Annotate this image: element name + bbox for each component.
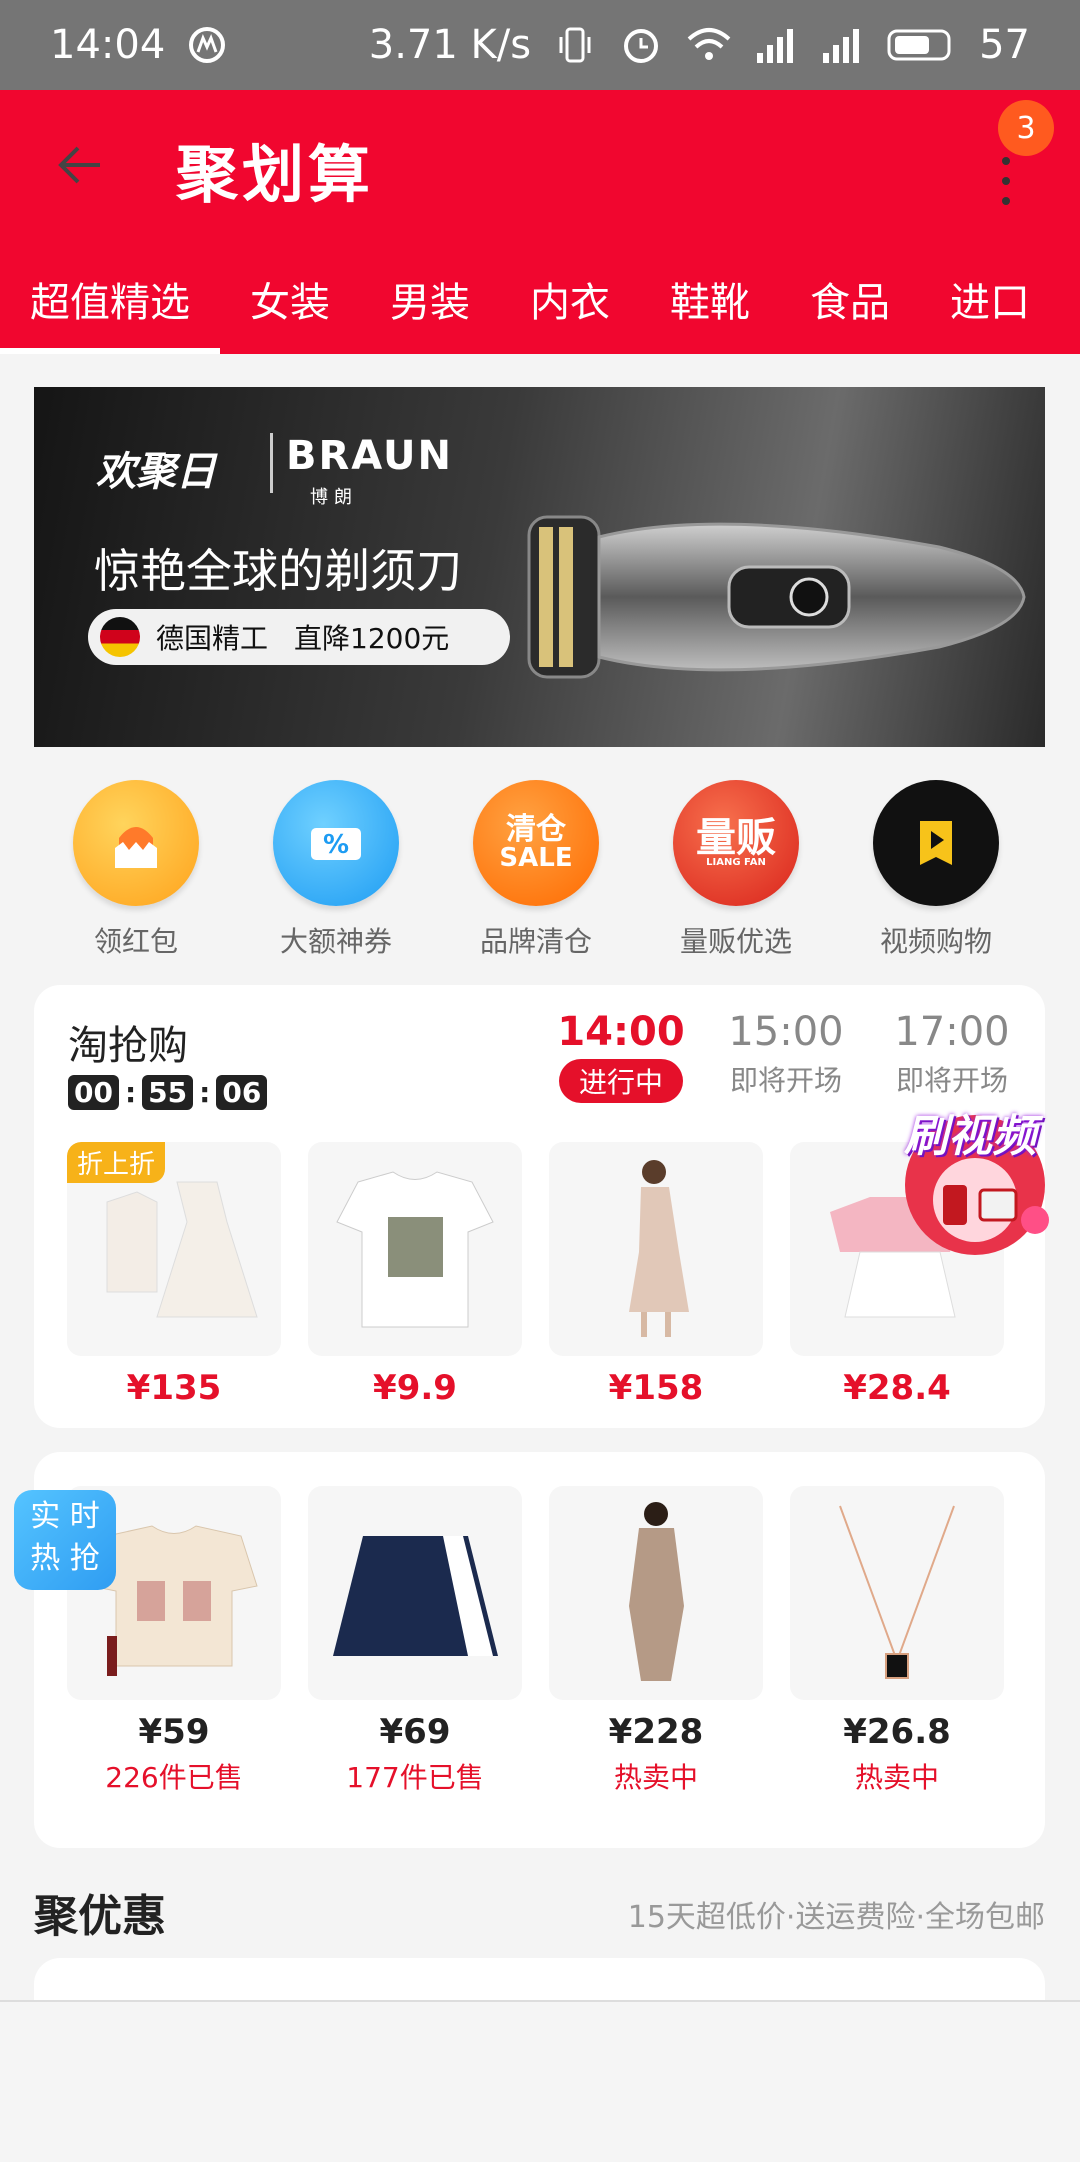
clearance-sale-icon: 清仓 SALE	[473, 780, 599, 906]
tab-jinkou[interactable]: 进口	[920, 260, 1060, 354]
tab-shipin[interactable]: 食品	[780, 260, 920, 354]
category-red-packet[interactable]: 领红包	[36, 780, 236, 960]
video-promo-label: 刷视频	[904, 1111, 1036, 1162]
time-slot-1500[interactable]: 15:00 即将开场	[701, 1009, 871, 1099]
time-slot-1700[interactable]: 17:00 即将开场	[867, 1009, 1037, 1099]
shaver-product-image	[527, 515, 1026, 679]
category-clearance[interactable]: 清仓 SALE 品牌清仓	[436, 780, 636, 960]
tab-nvzhuang[interactable]: 女装	[220, 260, 360, 354]
pleated-skirt-icon	[308, 1486, 522, 1700]
realtime-hot-tag[interactable]: 实 时 热 抢	[14, 1490, 116, 1590]
status-time: 14:04	[50, 22, 166, 68]
battery-icon	[887, 29, 951, 61]
wifi-icon	[687, 28, 731, 60]
hot-product-2[interactable]: ¥69 177件已售	[308, 1486, 522, 1796]
german-flag-icon	[100, 617, 140, 657]
flash-product-2[interactable]: ¥9.9	[308, 1142, 522, 1408]
more-menu-button[interactable]	[990, 145, 1020, 235]
necklace-icon	[790, 1486, 1004, 1700]
quick-categories: 领红包 % 大额神券 清仓 SALE 品牌清仓 量贩 LIANG FAN 量贩优…	[0, 780, 1080, 960]
signal-icon-2	[823, 29, 860, 63]
hot-sale-card: ¥59 226件已售 ¥69 177件已售 ¥228 热卖中 ¥26.8 热卖中	[34, 1452, 1045, 1848]
section-subtitle-ju-youhui: 15天超低价·送运费险·全场包邮	[627, 1900, 1045, 1935]
battery-level: 57	[979, 22, 1030, 68]
tab-neiyi[interactable]: 内衣	[500, 260, 640, 354]
flash-product-1[interactable]: 折上折 ¥135	[67, 1142, 281, 1408]
back-arrow-icon[interactable]	[50, 130, 120, 200]
bulk-buy-icon: 量贩 LIANG FAN	[673, 780, 799, 906]
red-packet-icon	[73, 780, 199, 906]
trench-coat-icon	[549, 1486, 763, 1700]
flash-product-3[interactable]: ¥158	[549, 1142, 763, 1408]
model-dress-icon	[549, 1142, 763, 1356]
network-speed: 3.71 K/s	[368, 22, 532, 68]
category-coupon[interactable]: % 大额神券	[236, 780, 436, 960]
flash-sale-title: 淘抢购	[68, 1023, 188, 1069]
tab-chaozhi[interactable]: 超值精选	[0, 260, 220, 354]
coupon-icon: %	[273, 780, 399, 906]
signal-icon-1	[757, 29, 794, 63]
time-slot-1400[interactable]: 14:00 进行中	[536, 1009, 706, 1103]
promo-banner[interactable]: 欢聚日 BRAUN 博朗 惊艳全球的剃须刀 德国精工 直降1200元	[34, 387, 1045, 747]
event-logo: 欢聚日	[96, 449, 216, 495]
page-title: 聚划算	[176, 138, 375, 211]
banner-headline: 惊艳全球的剃须刀	[94, 544, 462, 598]
section-title-ju-youhui: 聚优惠	[34, 1891, 166, 1942]
hot-product-3[interactable]: ¥228 热卖中	[549, 1486, 763, 1796]
video-promo-float[interactable]: 刷视频	[885, 1090, 1055, 1260]
alarm-icon	[624, 29, 659, 63]
partner-logo: BRAUN	[286, 433, 453, 479]
jacket-dress-icon: 折上折	[67, 1142, 281, 1356]
tshirt-icon	[308, 1142, 522, 1356]
countdown-timer: 00 : 55 : 06	[68, 1075, 268, 1110]
svg-text:%: %	[323, 830, 349, 860]
banner-pill: 德国精工 直降1200元	[88, 609, 510, 665]
category-video-shopping[interactable]: 视频购物	[836, 780, 1036, 960]
app-notification-icon	[189, 27, 226, 63]
video-play-icon	[873, 780, 999, 906]
status-bar: 14:04 3.71 K/s 57	[0, 0, 1080, 90]
notification-badge: 3	[998, 100, 1054, 156]
vibrate-icon	[559, 27, 591, 63]
category-tabs: 超值精选 女装 男装 内衣 鞋靴 食品 进口	[0, 260, 1080, 354]
tab-nanzhuang[interactable]: 男装	[360, 260, 500, 354]
tab-xiexue[interactable]: 鞋靴	[640, 260, 780, 354]
bottom-panel	[0, 2000, 1080, 2162]
header: 聚划算 3 超值精选 女装 男装 内衣 鞋靴 食品 进口	[0, 90, 1080, 354]
hot-product-4[interactable]: ¥26.8 热卖中	[790, 1486, 1004, 1796]
category-bulk-buy[interactable]: 量贩 LIANG FAN 量贩优选	[636, 780, 836, 960]
partner-name-cn: 博朗	[310, 487, 358, 508]
